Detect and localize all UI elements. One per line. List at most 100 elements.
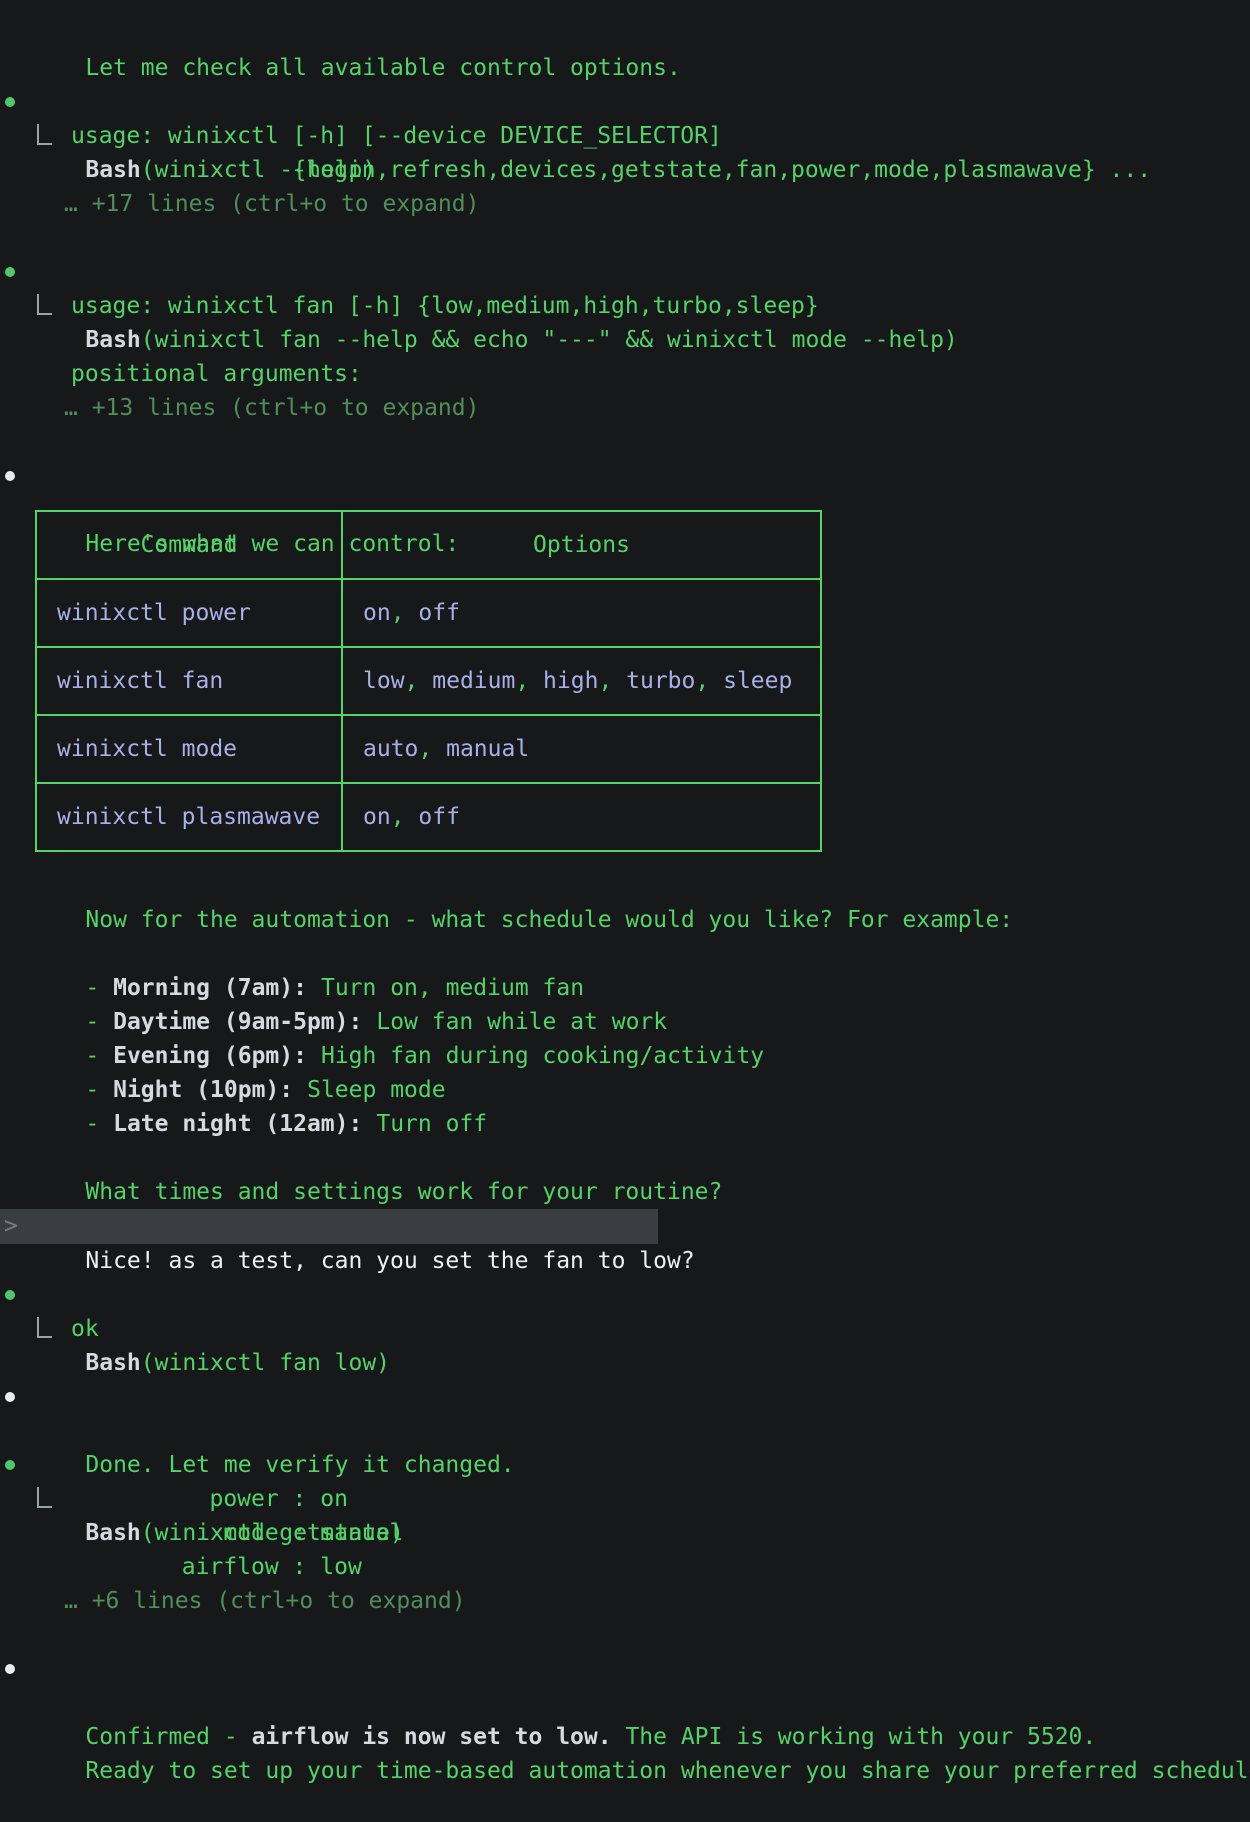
cell-options: auto, manual bbox=[342, 715, 821, 783]
separator: , bbox=[695, 668, 723, 694]
spacer bbox=[0, 1414, 1250, 1448]
tool-call-fan-mode-help: Bash(winixctl fan --help && echo "---" &… bbox=[0, 255, 1250, 289]
separator: , bbox=[418, 736, 446, 762]
separator: , bbox=[391, 804, 419, 830]
expand-hint[interactable]: … +6 lines (ctrl+o to expand) bbox=[0, 1584, 1250, 1618]
separator: , bbox=[515, 668, 543, 694]
expand-hint-text: … +13 lines (ctrl+o to expand) bbox=[64, 395, 479, 421]
output-line: mode : manual bbox=[0, 1516, 1250, 1550]
message-bullet-icon bbox=[5, 1664, 15, 1674]
assistant-message: Confirmed - airflow is now set to low. T… bbox=[0, 1652, 1250, 1686]
cell-command: winixctl power bbox=[36, 579, 342, 647]
message-text: Now for the automation - what schedule w… bbox=[85, 907, 1013, 933]
output-text: ok bbox=[71, 1316, 99, 1342]
spacer bbox=[0, 221, 1250, 255]
option-value: auto bbox=[363, 736, 418, 762]
output-text: mode : manual bbox=[71, 1520, 403, 1546]
message-text: Let me check all available control optio… bbox=[85, 55, 680, 81]
expand-hint-text: … +17 lines (ctrl+o to expand) bbox=[64, 191, 479, 217]
output-line: power : on bbox=[0, 1482, 1250, 1516]
list-dash: - bbox=[85, 1111, 113, 1137]
control-options-table: Command Options winixctl power on, off w… bbox=[35, 510, 822, 852]
spacer bbox=[0, 1686, 1250, 1720]
option-value: on bbox=[363, 600, 391, 626]
schedule-item-morning: - Morning (7am):Turn on, medium fan bbox=[0, 937, 1250, 971]
option-value: medium bbox=[432, 668, 515, 694]
user-message-text: Nice! as a test, can you set the fan to … bbox=[85, 1248, 694, 1274]
option-value: manual bbox=[446, 736, 529, 762]
schedule-label: Late night (12am): bbox=[113, 1111, 362, 1137]
schedule-item-evening: - Evening (6pm):High fan during cooking/… bbox=[0, 1005, 1250, 1039]
assistant-message: Now for the automation - what schedule w… bbox=[0, 869, 1250, 903]
spacer bbox=[0, 425, 1250, 459]
terminal[interactable]: Let me check all available control optio… bbox=[0, 0, 1250, 1760]
option-value: sleep bbox=[723, 668, 792, 694]
message-text: What times and settings work for your ro… bbox=[85, 1179, 722, 1205]
output-text: power : on bbox=[71, 1486, 348, 1512]
output-line: ok bbox=[0, 1312, 1250, 1346]
assistant-message: Here's what we can control: bbox=[0, 459, 1250, 493]
tool-output-fan-mode-help: usage: winixctl fan [-h] {low,medium,hig… bbox=[0, 289, 1250, 425]
separator: , bbox=[405, 668, 433, 694]
output-line: usage: winixctl [-h] [--device DEVICE_SE… bbox=[0, 119, 1250, 153]
cell-command: winixctl fan bbox=[36, 647, 342, 715]
separator: , bbox=[598, 668, 626, 694]
spacer bbox=[0, 1618, 1250, 1652]
tool-bullet-icon bbox=[5, 1460, 15, 1470]
assistant-message: What times and settings work for your ro… bbox=[0, 1141, 1250, 1175]
prompt-chevron: > bbox=[4, 1209, 18, 1244]
assistant-message: Ready to set up your time-based automati… bbox=[0, 1720, 1250, 1754]
tool-command: (winixctl fan low) bbox=[141, 1350, 390, 1376]
assistant-message: Done. Let me verify it changed. bbox=[0, 1380, 1250, 1414]
message-bullet-icon bbox=[5, 1392, 15, 1402]
tool-call-bash-help: Bash(winixctl --help) bbox=[0, 85, 1250, 119]
option-value: turbo bbox=[626, 668, 695, 694]
expand-hint-text: … +6 lines (ctrl+o to expand) bbox=[64, 1588, 466, 1614]
tool-output-getstate: power : on mode : manual airflow : low …… bbox=[0, 1482, 1250, 1618]
option-value: low bbox=[363, 668, 405, 694]
output-text: usage: winixctl [-h] [--device DEVICE_SE… bbox=[71, 123, 722, 149]
output-line bbox=[0, 323, 1250, 357]
option-value: off bbox=[418, 804, 460, 830]
table-row-plasmawave: winixctl plasmawave on, off bbox=[36, 783, 821, 851]
output-line: usage: winixctl fan [-h] {low,medium,hig… bbox=[0, 289, 1250, 323]
cell-options: on, off bbox=[342, 783, 821, 851]
tool-output-fan-low: ok bbox=[0, 1312, 1250, 1346]
message-text: Here's what we can control: bbox=[85, 531, 459, 557]
output-text: {login,refresh,devices,getstate,fan,powe… bbox=[71, 157, 1151, 183]
message-bullet-icon bbox=[5, 471, 15, 481]
table-row-power: winixctl power on, off bbox=[36, 579, 821, 647]
output-text: positional arguments: bbox=[71, 361, 362, 387]
output-text: usage: winixctl fan [-h] {low,medium,hig… bbox=[71, 293, 819, 319]
option-value: off bbox=[418, 600, 460, 626]
user-message: >Nice! as a test, can you set the fan to… bbox=[0, 1209, 658, 1244]
cell-options: on, off bbox=[342, 579, 821, 647]
schedule-item-night: - Night (10pm):Sleep mode bbox=[0, 1039, 1250, 1073]
tool-bullet-icon bbox=[5, 97, 15, 107]
separator: , bbox=[391, 600, 419, 626]
tool-bullet-icon bbox=[5, 267, 15, 277]
schedule-item-daytime: - Daytime (9am-5pm):Low fan while at wor… bbox=[0, 971, 1250, 1005]
output-text: airflow : low bbox=[71, 1554, 362, 1580]
output-line: positional arguments: bbox=[0, 357, 1250, 391]
expand-hint[interactable]: … +13 lines (ctrl+o to expand) bbox=[0, 391, 1250, 425]
tool-bullet-icon bbox=[5, 1290, 15, 1300]
tool-output-bash-help: usage: winixctl [-h] [--device DEVICE_SE… bbox=[0, 119, 1250, 221]
assistant-message: Let me check all available control optio… bbox=[0, 17, 1250, 51]
tool-call-fan-low: Bash(winixctl fan low) bbox=[0, 1278, 1250, 1312]
option-value: high bbox=[543, 668, 598, 694]
cell-command: winixctl mode bbox=[36, 715, 342, 783]
cell-command: winixctl plasmawave bbox=[36, 783, 342, 851]
expand-hint[interactable]: … +17 lines (ctrl+o to expand) bbox=[0, 187, 1250, 221]
message-text: Ready to set up your time-based automati… bbox=[85, 1758, 1250, 1784]
tool-name: Bash bbox=[85, 1350, 140, 1376]
schedule-item-late-night: - Late night (12am):Turn off bbox=[0, 1073, 1250, 1107]
table-row-mode: winixctl mode auto, manual bbox=[36, 715, 821, 783]
cell-options: low, medium, high, turbo, sleep bbox=[342, 647, 821, 715]
output-line: airflow : low bbox=[0, 1550, 1250, 1584]
tool-call-getstate: Bash(winixctl getstate) bbox=[0, 1448, 1250, 1482]
option-value: on bbox=[363, 804, 391, 830]
output-line: {login,refresh,devices,getstate,fan,powe… bbox=[0, 153, 1250, 187]
schedule-desc: Turn off bbox=[376, 1111, 487, 1137]
table-row-fan: winixctl fan low, medium, high, turbo, s… bbox=[36, 647, 821, 715]
